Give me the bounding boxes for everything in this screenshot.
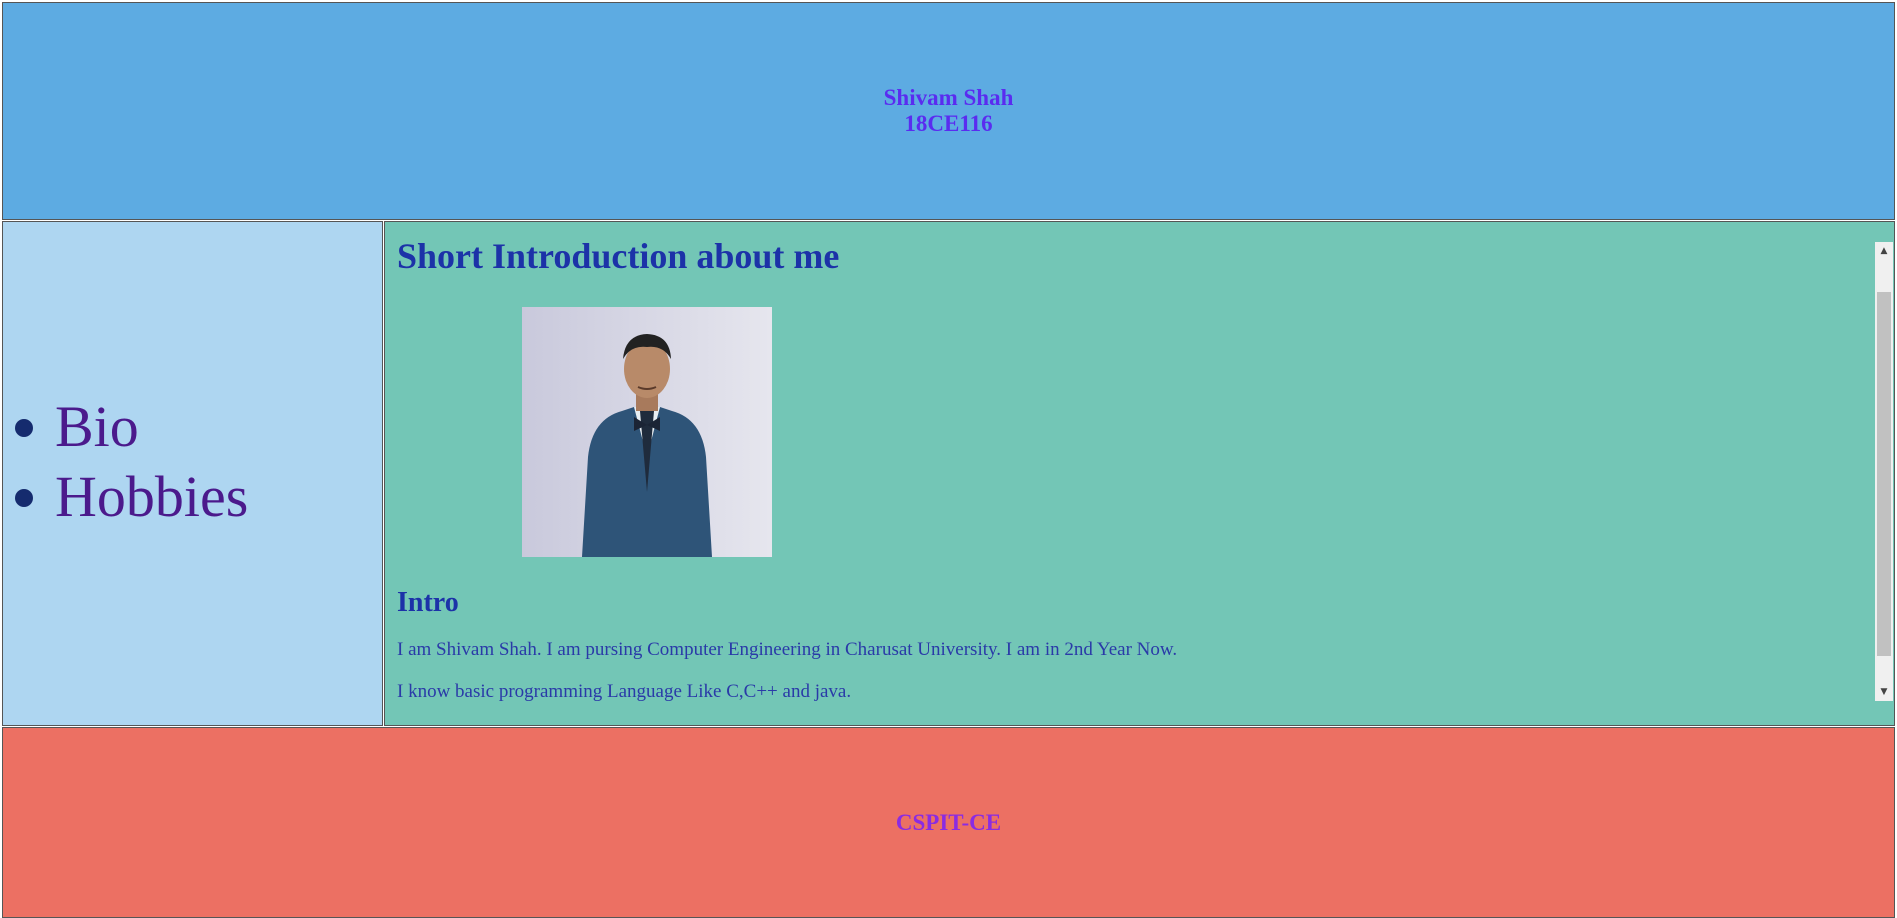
page-heading: Short Introduction about me (397, 236, 840, 276)
main-scrollbar[interactable]: ▲ ▼ (1875, 242, 1893, 701)
nav-item-label[interactable]: Bio (55, 394, 139, 459)
scroll-up-icon[interactable]: ▲ (1875, 242, 1893, 260)
footer-text: CSPIT-CE (895, 809, 1002, 835)
skills-paragraph: I know basic programming Language Like C… (397, 681, 852, 701)
intro-paragraph: I am Shivam Shah. I am pursing Computer … (397, 639, 1178, 660)
nav-item-hobbies[interactable]: Hobbies (3, 462, 248, 532)
nav-list: Bio Hobbies (3, 392, 248, 532)
header-frame: Shivam Shah 18CE116 (2, 2, 1895, 220)
bullet-icon (15, 418, 33, 437)
header-name: Shivam Shah (883, 85, 1014, 110)
nav-item-label[interactable]: Hobbies (55, 464, 248, 529)
profile-photo-image (522, 307, 772, 557)
header-title: Shivam Shah 18CE116 (884, 85, 1014, 137)
intro-heading: Intro (397, 587, 459, 618)
scroll-down-icon[interactable]: ▼ (1875, 683, 1893, 701)
nav-frame: Bio Hobbies (2, 221, 383, 726)
bullet-icon (15, 488, 33, 507)
profile-photo (522, 307, 772, 557)
scrollbar-thumb[interactable] (1877, 292, 1891, 656)
main-frame: Short Introduction about me Intro I am S… (384, 221, 1895, 726)
main-content: Short Introduction about me Intro I am S… (397, 222, 1870, 701)
header-id: 18CE116 (904, 111, 993, 136)
nav-item-bio[interactable]: Bio (3, 392, 248, 462)
footer-frame: CSPIT-CE (2, 727, 1895, 918)
